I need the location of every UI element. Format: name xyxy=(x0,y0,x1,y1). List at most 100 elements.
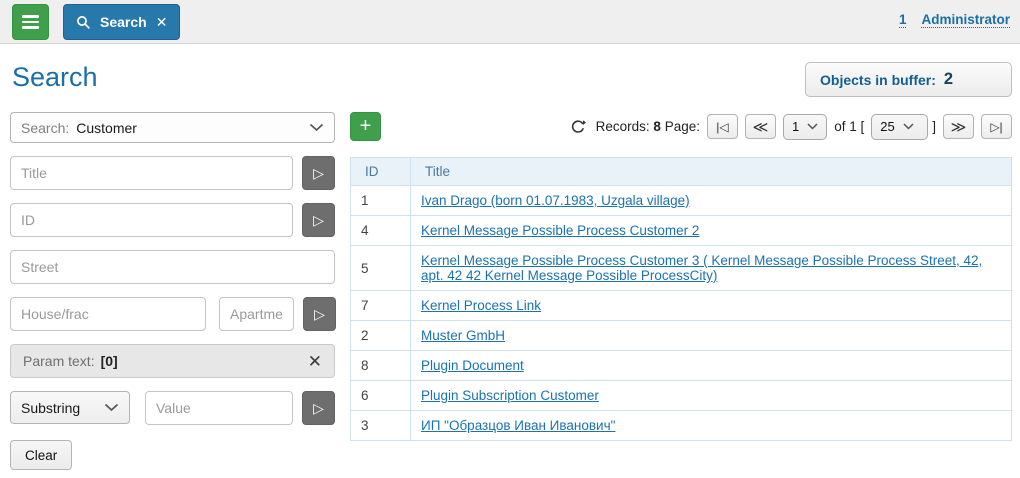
param-count: [0] xyxy=(101,353,118,369)
results-toolbar: + Records: 8 Page: |◁ ≪ 1 of 1 [ 25 ] xyxy=(350,112,1012,141)
run-icon: ▷ xyxy=(313,212,324,229)
row-id-cell: 5 xyxy=(351,246,411,291)
table-row: 4 Kernel Message Possible Process Custom… xyxy=(351,216,1012,246)
add-record-button[interactable]: + xyxy=(350,112,381,141)
row-id-cell: 2 xyxy=(351,321,411,351)
row-title-cell: Kernel Message Possible Process Customer… xyxy=(411,246,1012,291)
page-size-value: 25 xyxy=(880,119,894,134)
chevron-down-icon xyxy=(104,403,119,412)
buffer-dropdown-button[interactable]: Objects in buffer: 2 xyxy=(805,62,1012,97)
column-header-title: Title xyxy=(411,158,1012,186)
table-row: 8 Plugin Document xyxy=(351,351,1012,381)
param-label: Param text: xyxy=(23,353,95,369)
prev-page-icon: ≪ xyxy=(753,118,769,136)
search-type-value: Customer xyxy=(76,120,137,136)
chevron-down-icon xyxy=(903,123,914,130)
first-page-button[interactable]: |◁ xyxy=(707,114,738,139)
row-id-cell: 6 xyxy=(351,381,411,411)
records-label: Records: 8 Page: xyxy=(596,119,700,134)
last-page-button[interactable]: ▷| xyxy=(981,114,1012,139)
row-title-cell: ИП "Образцов Иван Иванович" xyxy=(411,411,1012,441)
user-links: 1 Administrator xyxy=(899,4,1010,28)
close-icon[interactable]: ✕ xyxy=(156,15,168,29)
tab-search[interactable]: Search ✕ xyxy=(63,4,180,40)
table-row: 5 Kernel Message Possible Process Custom… xyxy=(351,246,1012,291)
row-id-cell: 3 xyxy=(351,411,411,441)
buffer-label: Objects in buffer: xyxy=(820,72,936,88)
match-mode-value: Substring xyxy=(21,400,80,416)
param-text-bar: Param text: [0] ✕ xyxy=(10,344,335,378)
of-pages-text: of 1 [ xyxy=(834,119,864,134)
menu-button[interactable] xyxy=(12,4,49,40)
prev-page-button[interactable]: ≪ xyxy=(745,114,776,139)
street-input[interactable] xyxy=(10,250,335,284)
run-icon: ▷ xyxy=(313,165,324,182)
page-size-select[interactable]: 25 xyxy=(871,114,928,140)
row-title-cell: Plugin Subscription Customer xyxy=(411,381,1012,411)
row-title-link[interactable]: Kernel Message Possible Process Customer… xyxy=(421,223,699,238)
column-header-id: ID xyxy=(351,158,411,186)
value-input[interactable] xyxy=(145,391,293,425)
chevron-down-icon xyxy=(807,123,818,130)
row-id-cell: 7 xyxy=(351,291,411,321)
header-row: Search Objects in buffer: 2 xyxy=(0,44,1020,97)
row-id-cell: 8 xyxy=(351,351,411,381)
remove-param-icon[interactable]: ✕ xyxy=(308,353,322,370)
run-title-search-button[interactable]: ▷ xyxy=(302,156,335,190)
row-title-link[interactable]: Plugin Document xyxy=(421,358,524,373)
table-body: 1 Ivan Drago (born 01.07.1983, Uzgala vi… xyxy=(351,186,1012,441)
row-title-link[interactable]: Muster GmbH xyxy=(421,328,505,343)
table-row: 3 ИП "Образцов Иван Иванович" xyxy=(351,411,1012,441)
page-select[interactable]: 1 xyxy=(783,114,827,140)
row-title-link[interactable]: Plugin Subscription Customer xyxy=(421,388,599,403)
tab-label: Search xyxy=(100,14,147,30)
next-page-icon: ≫ xyxy=(951,118,967,136)
match-mode-select[interactable]: Substring xyxy=(10,391,130,424)
results-table: ID Title 1 Ivan Drago (born 01.07.1983, … xyxy=(350,157,1012,441)
street-field-row xyxy=(10,250,335,284)
user-id-link[interactable]: 1 xyxy=(899,12,907,28)
user-name-link[interactable]: Administrator xyxy=(921,12,1010,28)
row-title-cell: Kernel Process Link xyxy=(411,291,1012,321)
run-icon: ▷ xyxy=(313,400,324,417)
row-title-cell: Kernel Message Possible Process Customer… xyxy=(411,216,1012,246)
refresh-icon[interactable] xyxy=(570,119,586,135)
id-field-row: ▷ xyxy=(10,203,335,237)
buffer-count: 2 xyxy=(944,70,953,89)
next-page-button[interactable]: ≫ xyxy=(943,114,974,139)
chevron-down-icon xyxy=(971,75,997,84)
table-row: 6 Plugin Subscription Customer xyxy=(351,381,1012,411)
id-input[interactable] xyxy=(10,203,293,237)
page-title: Search xyxy=(12,62,98,93)
house-field-row: ▷ xyxy=(10,297,335,331)
run-id-search-button[interactable]: ▷ xyxy=(302,203,335,237)
run-value-search-button[interactable]: ▷ xyxy=(302,391,335,425)
title-input[interactable] xyxy=(10,156,293,190)
row-id-cell: 1 xyxy=(351,186,411,216)
title-field-row: ▷ xyxy=(10,156,335,190)
apartment-input[interactable] xyxy=(219,297,294,331)
run-icon: ▷ xyxy=(314,306,325,323)
table-row: 1 Ivan Drago (born 01.07.1983, Uzgala vi… xyxy=(351,186,1012,216)
row-title-cell: Ivan Drago (born 01.07.1983, Uzgala vill… xyxy=(411,186,1012,216)
pagination: Records: 8 Page: |◁ ≪ 1 of 1 [ 25 ] ≫ ▷| xyxy=(570,114,1012,140)
row-title-cell: Muster GmbH xyxy=(411,321,1012,351)
topbar: Search ✕ 1 Administrator xyxy=(0,0,1020,44)
run-address-search-button[interactable]: ▷ xyxy=(303,297,336,331)
row-title-link[interactable]: Kernel Message Possible Process Customer… xyxy=(421,253,982,283)
row-title-link[interactable]: ИП "Образцов Иван Иванович" xyxy=(421,418,615,433)
row-title-cell: Plugin Document xyxy=(411,351,1012,381)
bracket-text: ] xyxy=(932,119,936,134)
house-input[interactable] xyxy=(10,297,206,331)
results-panel: + Records: 8 Page: |◁ ≪ 1 of 1 [ 25 ] xyxy=(350,112,1012,441)
clear-button[interactable]: Clear xyxy=(10,440,72,470)
search-type-label: Search: xyxy=(21,120,69,136)
row-title-link[interactable]: Kernel Process Link xyxy=(421,298,541,313)
page-select-value: 1 xyxy=(792,119,799,134)
search-type-select[interactable]: Search: Customer xyxy=(10,112,335,143)
row-title-link[interactable]: Ivan Drago (born 01.07.1983, Uzgala vill… xyxy=(421,193,690,208)
chevron-down-icon xyxy=(309,123,324,132)
search-panel: Search: Customer ▷ ▷ ▷ Param text: [0] ✕ xyxy=(10,112,335,470)
add-icon: + xyxy=(360,116,372,136)
main-content: Search: Customer ▷ ▷ ▷ Param text: [0] ✕ xyxy=(0,97,1020,470)
